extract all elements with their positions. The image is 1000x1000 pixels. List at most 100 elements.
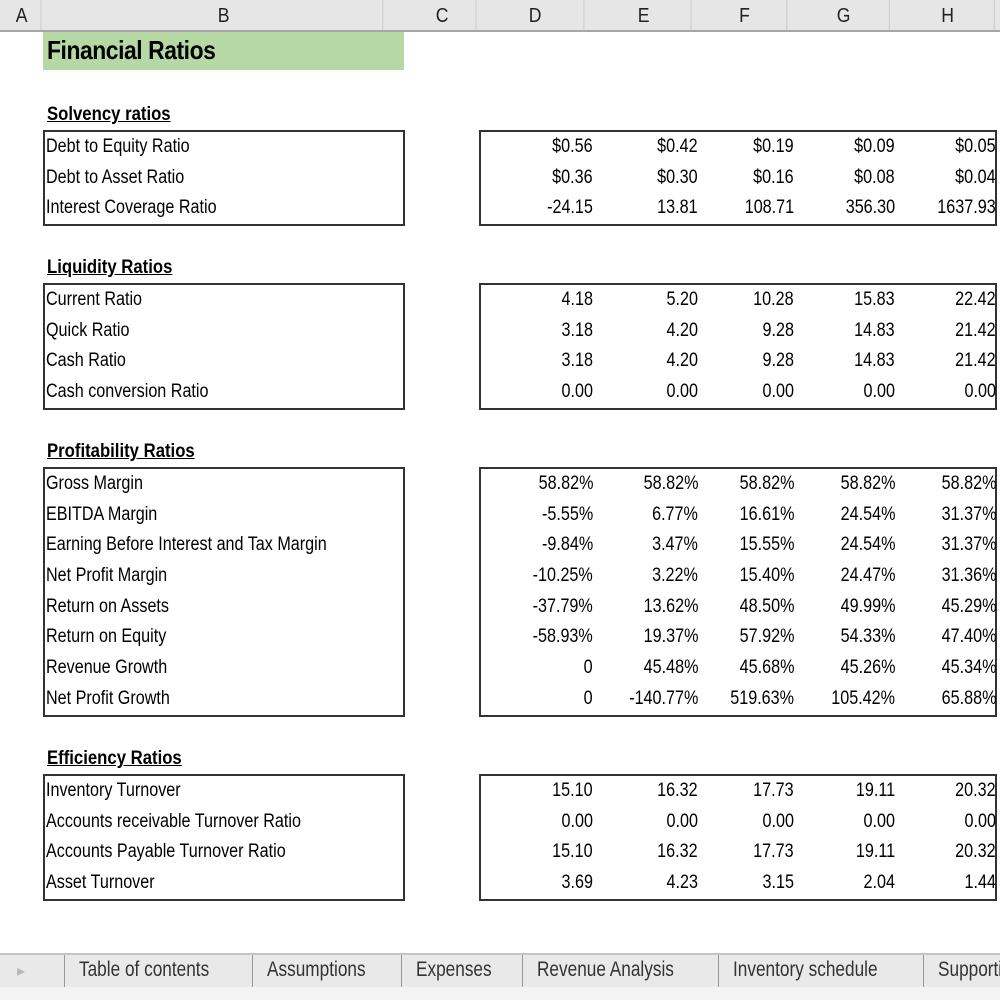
value-cell-d[interactable]: 3.69 — [562, 872, 593, 894]
ratio-label[interactable]: Asset Turnover — [46, 872, 155, 894]
value-cell-h[interactable]: 31.37% — [941, 534, 996, 556]
section-heading[interactable]: Solvency ratios — [47, 104, 171, 126]
value-cell-d[interactable]: 15.10 — [553, 780, 593, 802]
value-cell-f[interactable]: 15.55% — [739, 534, 794, 556]
value-cell-h[interactable]: 58.82% — [941, 473, 996, 495]
scroll-tabs-right-icon[interactable]: ▸ — [17, 961, 25, 981]
value-cell-f[interactable]: 0.00 — [763, 381, 794, 403]
sheet-tab[interactable]: Assumptions — [251, 955, 401, 987]
value-cell-d[interactable]: 0.00 — [562, 381, 593, 403]
value-cell-g[interactable]: 24.54% — [840, 504, 895, 526]
ratio-label[interactable]: Gross Margin — [46, 473, 143, 495]
value-cell-f[interactable]: 10.28 — [754, 289, 794, 311]
value-cell-h[interactable]: $0.04 — [956, 167, 996, 189]
value-cell-f[interactable]: 9.28 — [763, 320, 794, 342]
value-cell-g[interactable]: 14.83 — [855, 350, 895, 372]
value-cell-e[interactable]: -140.77% — [629, 688, 698, 710]
value-cell-g[interactable]: 105.42% — [831, 688, 895, 710]
value-cell-f[interactable]: 519.63% — [730, 688, 794, 710]
value-cell-e[interactable]: 13.62% — [643, 596, 698, 618]
ratio-label[interactable]: Cash Ratio — [46, 350, 126, 372]
value-cell-f[interactable]: 3.15 — [763, 872, 794, 894]
value-cell-g[interactable]: 14.83 — [855, 320, 895, 342]
value-cell-f[interactable]: 58.82% — [739, 473, 794, 495]
ratio-label[interactable]: Inventory Turnover — [46, 780, 181, 802]
value-cell-g[interactable]: 19.11 — [856, 841, 895, 863]
value-cell-d[interactable]: $0.36 — [553, 167, 593, 189]
column-header-f[interactable]: F — [703, 0, 788, 30]
ratio-label[interactable]: Debt to Asset Ratio — [46, 167, 184, 189]
value-cell-e[interactable]: 4.20 — [667, 350, 698, 372]
column-header-d[interactable]: D — [487, 0, 585, 30]
value-cell-e[interactable]: $0.30 — [658, 167, 698, 189]
value-cell-d[interactable]: -9.84% — [542, 534, 593, 556]
value-cell-e[interactable]: 45.48% — [643, 657, 698, 679]
value-cell-g[interactable]: 356.30 — [846, 197, 895, 219]
sheet-tab[interactable]: Table of contents — [64, 955, 252, 987]
value-cell-g[interactable]: 24.54% — [840, 534, 895, 556]
column-header-h[interactable]: H — [901, 0, 995, 30]
ratio-label[interactable]: Net Profit Growth — [46, 688, 170, 710]
value-cell-f[interactable]: 9.28 — [763, 350, 794, 372]
value-cell-g[interactable]: 2.04 — [864, 872, 895, 894]
value-cell-d[interactable]: 3.18 — [562, 320, 593, 342]
value-cell-d[interactable]: 58.82% — [538, 473, 593, 495]
value-cell-e[interactable]: 0.00 — [667, 381, 698, 403]
value-cell-h[interactable]: 20.32 — [956, 780, 996, 802]
value-cell-h[interactable]: 1637.93 — [938, 197, 996, 219]
value-cell-f[interactable]: 16.61% — [739, 504, 794, 526]
value-cell-f[interactable]: 0.00 — [763, 811, 794, 833]
value-cell-e[interactable]: 16.32 — [658, 780, 698, 802]
value-cell-e[interactable]: 3.22% — [652, 565, 698, 587]
value-cell-h[interactable]: 45.34% — [941, 657, 996, 679]
value-cell-g[interactable]: 54.33% — [840, 626, 895, 648]
ratio-label[interactable]: Net Profit Margin — [46, 565, 167, 587]
value-cell-h[interactable]: 21.42 — [956, 320, 996, 342]
value-cell-e[interactable]: 13.81 — [658, 197, 698, 219]
value-cell-h[interactable]: 22.42 — [956, 289, 996, 311]
ratio-label[interactable]: Debt to Equity Ratio — [46, 136, 190, 158]
value-cell-h[interactable]: 47.40% — [941, 626, 996, 648]
value-cell-d[interactable]: 3.18 — [562, 350, 593, 372]
ratio-label[interactable]: EBITDA Margin — [46, 504, 157, 526]
value-cell-d[interactable]: 15.10 — [553, 841, 593, 863]
value-cell-f[interactable]: 48.50% — [739, 596, 794, 618]
value-cell-g[interactable]: 0.00 — [864, 811, 895, 833]
column-header-c[interactable]: C — [409, 0, 477, 30]
value-cell-d[interactable]: 0.00 — [562, 811, 593, 833]
value-cell-h[interactable]: 31.36% — [941, 565, 996, 587]
value-cell-g[interactable]: 19.11 — [856, 780, 895, 802]
value-cell-d[interactable]: 0 — [584, 688, 593, 710]
value-cell-e[interactable]: 6.77% — [652, 504, 698, 526]
value-cell-h[interactable]: 0.00 — [965, 381, 996, 403]
value-cell-e[interactable]: 4.20 — [667, 320, 698, 342]
ratio-label[interactable]: Current Ratio — [46, 289, 142, 311]
value-cell-g[interactable]: 49.99% — [840, 596, 895, 618]
ratio-label[interactable]: Interest Coverage Ratio — [46, 197, 217, 219]
value-cell-d[interactable]: -10.25% — [533, 565, 593, 587]
column-header-g[interactable]: G — [798, 0, 890, 30]
value-cell-g[interactable]: 0.00 — [864, 381, 895, 403]
value-cell-d[interactable]: -24.15 — [547, 197, 593, 219]
value-cell-h[interactable]: 21.42 — [956, 350, 996, 372]
value-cell-e[interactable]: 0.00 — [667, 811, 698, 833]
value-cell-e[interactable]: 16.32 — [658, 841, 698, 863]
sheet-tab[interactable]: Expenses — [401, 955, 522, 987]
value-cell-f[interactable]: 17.73 — [754, 841, 794, 863]
value-cell-f[interactable]: $0.16 — [754, 167, 794, 189]
value-cell-d[interactable]: 0 — [584, 657, 593, 679]
value-cell-g[interactable]: $0.08 — [855, 167, 895, 189]
column-header-e[interactable]: E — [596, 0, 692, 30]
value-cell-h[interactable]: 0.00 — [965, 811, 996, 833]
value-cell-h[interactable]: 1.44 — [965, 872, 996, 894]
title-cell[interactable]: Financial Ratios — [43, 32, 404, 70]
section-heading[interactable]: Profitability Ratios — [47, 441, 195, 463]
value-cell-d[interactable]: -37.79% — [533, 596, 593, 618]
column-header-a[interactable]: A — [3, 0, 42, 30]
value-cell-d[interactable]: -58.93% — [533, 626, 593, 648]
ratio-label[interactable]: Quick Ratio — [46, 320, 129, 342]
ratio-label[interactable]: Revenue Growth — [46, 657, 167, 679]
value-cell-e[interactable]: 5.20 — [667, 289, 698, 311]
value-cell-e[interactable]: 4.23 — [667, 872, 698, 894]
value-cell-e[interactable]: 19.37% — [643, 626, 698, 648]
